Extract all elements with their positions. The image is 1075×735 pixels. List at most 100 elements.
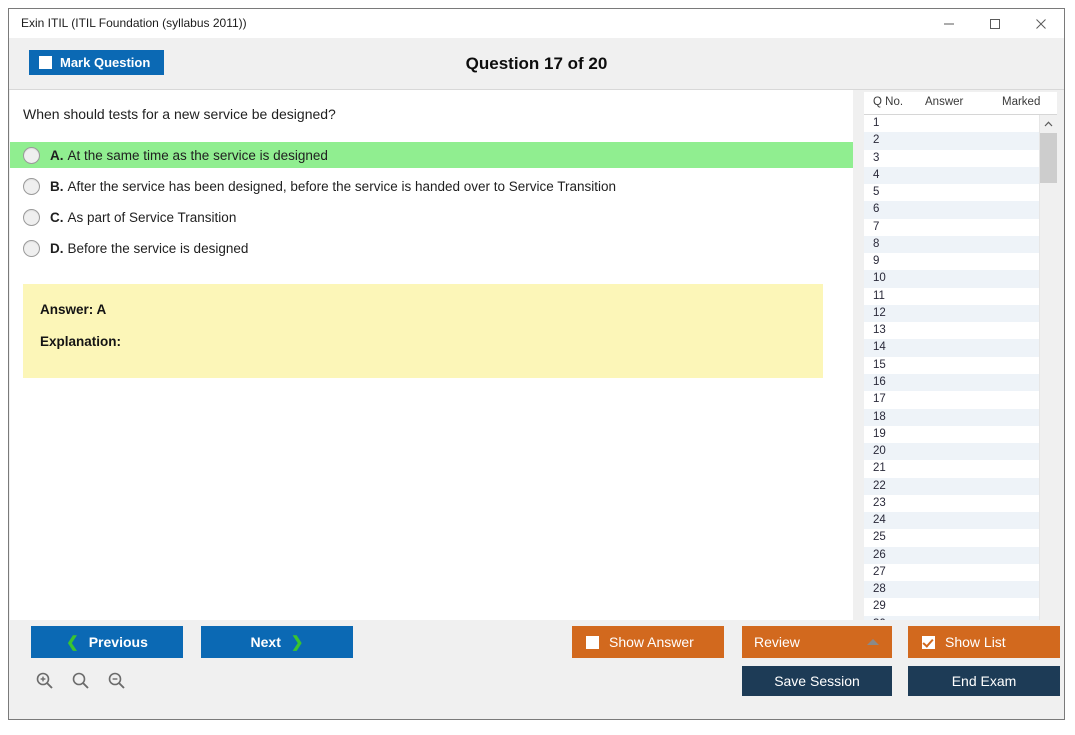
zoom-tools bbox=[32, 668, 128, 692]
row-question-number: 12 bbox=[873, 306, 886, 319]
question-list-row[interactable]: 23 bbox=[864, 495, 1039, 512]
radio-icon[interactable] bbox=[23, 146, 40, 164]
end-exam-button[interactable]: End Exam bbox=[908, 666, 1060, 696]
row-question-number: 9 bbox=[873, 255, 880, 268]
row-question-number: 2 bbox=[873, 134, 880, 147]
question-list-row[interactable]: 27 bbox=[864, 564, 1039, 581]
question-list-row[interactable]: 18 bbox=[864, 408, 1039, 426]
row-question-number: 13 bbox=[873, 324, 886, 337]
row-question-number: 17 bbox=[873, 393, 886, 406]
question-list-row[interactable]: 4 bbox=[864, 166, 1039, 185]
row-question-number: 3 bbox=[873, 151, 880, 164]
question-list-row[interactable]: 19 bbox=[864, 426, 1039, 443]
scrollbar-thumb[interactable] bbox=[1040, 133, 1057, 183]
show-answer-button[interactable]: Show Answer bbox=[572, 626, 724, 658]
bottom-toolbar: ❮ Previous Next ❯ Show Answer Review Sho… bbox=[10, 620, 1064, 718]
answer-option-c[interactable]: C. As part of Service Transition bbox=[10, 204, 853, 230]
radio-icon[interactable] bbox=[23, 177, 40, 195]
question-list-row[interactable]: 21 bbox=[864, 460, 1039, 477]
question-list-row[interactable]: 28 bbox=[864, 581, 1039, 599]
zoom-in-icon[interactable] bbox=[32, 668, 56, 692]
row-question-number: 29 bbox=[873, 600, 886, 613]
question-list-row[interactable]: 12 bbox=[864, 304, 1039, 323]
question-list-row[interactable]: 17 bbox=[864, 391, 1039, 408]
title-bar: Exin ITIL (ITIL Foundation (syllabus 201… bbox=[9, 9, 1064, 38]
row-question-number: 20 bbox=[873, 445, 886, 458]
row-question-number: 23 bbox=[873, 496, 886, 509]
answer-option-d[interactable]: D. Before the service is designed bbox=[10, 235, 853, 261]
question-list-row[interactable]: 29 bbox=[864, 598, 1039, 615]
row-question-number: 28 bbox=[873, 583, 886, 596]
next-button[interactable]: Next ❯ bbox=[201, 626, 353, 658]
scroll-up-icon[interactable] bbox=[1040, 115, 1057, 132]
option-text: Before the service is designed bbox=[67, 240, 249, 256]
row-question-number: 7 bbox=[873, 220, 880, 233]
window-controls bbox=[926, 9, 1064, 38]
chevron-right-icon: ❯ bbox=[290, 634, 304, 651]
close-icon[interactable] bbox=[1018, 9, 1064, 38]
option-letter: B. bbox=[50, 178, 64, 194]
question-list-row[interactable]: 7 bbox=[864, 219, 1039, 236]
question-list-row[interactable]: 24 bbox=[864, 512, 1039, 530]
row-question-number: 21 bbox=[873, 462, 886, 475]
question-list-rows[interactable]: 1 2 3 4 5 6 7 8 9 10 11 12 13 14 15 16 17 18 19 20 21 22 23 24 2… bbox=[864, 115, 1040, 633]
row-question-number: 27 bbox=[873, 565, 886, 578]
answer-option-b[interactable]: B. After the service has been designed, b… bbox=[10, 173, 853, 199]
question-list-row[interactable]: 8 bbox=[864, 235, 1039, 254]
question-list-row[interactable]: 5 bbox=[864, 184, 1039, 201]
question-list-row[interactable]: 20 bbox=[864, 443, 1039, 461]
radio-icon[interactable] bbox=[23, 208, 40, 226]
question-list-row[interactable]: 3 bbox=[864, 150, 1039, 167]
zoom-out-icon[interactable] bbox=[104, 668, 128, 692]
mark-question-checkbox-icon[interactable] bbox=[39, 56, 52, 69]
question-list-row[interactable]: 22 bbox=[864, 477, 1039, 495]
save-session-button[interactable]: Save Session bbox=[742, 666, 892, 696]
show-answer-label: Show Answer bbox=[609, 634, 694, 650]
mark-question-button[interactable]: Mark Question bbox=[29, 50, 165, 75]
row-question-number: 24 bbox=[873, 514, 886, 527]
row-question-number: 18 bbox=[873, 410, 886, 423]
question-list-row[interactable]: 14 bbox=[864, 339, 1039, 357]
chevron-left-icon: ❮ bbox=[66, 634, 79, 651]
question-list-scrollbar[interactable] bbox=[1039, 115, 1057, 633]
question-list-row[interactable]: 13 bbox=[864, 322, 1039, 339]
row-question-number: 25 bbox=[873, 531, 886, 544]
question-list-row[interactable]: 26 bbox=[864, 546, 1039, 564]
zoom-reset-icon[interactable] bbox=[68, 668, 92, 692]
question-list-row[interactable]: 15 bbox=[864, 357, 1039, 374]
minimize-icon[interactable] bbox=[926, 9, 972, 38]
question-list-row[interactable]: 25 bbox=[864, 529, 1039, 546]
row-question-number: 11 bbox=[873, 289, 885, 302]
answer-option-a[interactable]: A. At the same time as the service is des… bbox=[10, 142, 853, 168]
question-list-row[interactable]: 11 bbox=[864, 288, 1039, 305]
previous-label: Previous bbox=[88, 634, 148, 650]
question-header-bar: Mark Question Question 17 of 20 bbox=[9, 38, 1064, 90]
radio-icon[interactable] bbox=[23, 239, 40, 257]
row-question-number: 15 bbox=[873, 358, 886, 371]
show-answer-checkbox-icon[interactable] bbox=[586, 635, 599, 649]
question-list-row[interactable]: 10 bbox=[864, 270, 1039, 288]
window-title: Exin ITIL (ITIL Foundation (syllabus 201… bbox=[21, 16, 247, 30]
exam-window: Exin ITIL (ITIL Foundation (syllabus 201… bbox=[8, 8, 1065, 720]
question-list-row[interactable]: 2 bbox=[864, 132, 1039, 150]
answer-label: Answer: A bbox=[40, 302, 107, 317]
row-question-number: 1 bbox=[873, 117, 880, 129]
mark-question-label: Mark Question bbox=[60, 55, 151, 70]
maximize-icon[interactable] bbox=[972, 9, 1018, 38]
question-list-row[interactable]: 16 bbox=[864, 373, 1039, 392]
show-list-label: Show List bbox=[945, 634, 1006, 650]
option-text: As part of Service Transition bbox=[67, 209, 237, 225]
option-text: After the service has been designed, bef… bbox=[67, 178, 617, 194]
previous-button[interactable]: ❮ Previous bbox=[31, 626, 183, 658]
show-list-checkbox-icon[interactable] bbox=[922, 635, 935, 649]
question-content-area: When should tests for a new service be d… bbox=[10, 90, 853, 621]
row-question-number: 10 bbox=[873, 272, 886, 285]
review-dropdown[interactable]: Review bbox=[742, 626, 892, 658]
show-list-button[interactable]: Show List bbox=[908, 626, 1060, 658]
question-list-row[interactable]: 1 bbox=[864, 115, 1039, 132]
explanation-label: Explanation: bbox=[40, 334, 122, 349]
question-list-row[interactable]: 9 bbox=[864, 253, 1039, 270]
row-question-number: 16 bbox=[873, 375, 886, 388]
question-list-row[interactable]: 6 bbox=[864, 201, 1039, 219]
row-question-number: 14 bbox=[873, 341, 886, 354]
